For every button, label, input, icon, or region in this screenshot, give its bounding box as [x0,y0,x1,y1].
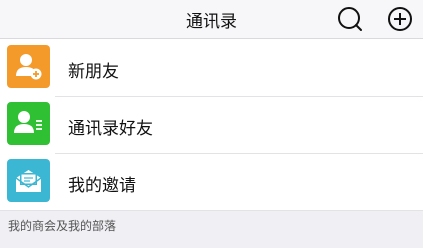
my-invitations-tile [7,159,50,202]
new-friends-label: 新朋友 [68,62,119,82]
contacts-friends-row[interactable]: 通讯录好友 [0,96,423,153]
add-friend-icon [16,54,42,80]
contacts-menu-list: 新朋友 通讯录好友 我的邀请 [0,39,423,210]
contacts-friends-label: 通讯录好友 [68,119,153,139]
my-invitations-label: 我的邀请 [68,176,136,196]
invitation-envelope-icon [15,170,42,192]
new-friends-tile [7,45,50,88]
contacts-list-icon [14,111,42,133]
add-button[interactable] [386,5,414,33]
nav-bar: 通讯录 [0,0,423,39]
search-icon [338,7,362,31]
add-icon [388,7,412,31]
section-header: 我的商会及我的部落 [0,210,423,241]
contacts-friends-tile [7,102,50,145]
new-friends-row[interactable]: 新朋友 [0,39,423,96]
my-invitations-row[interactable]: 我的邀请 [0,153,423,210]
search-button[interactable] [336,5,364,33]
